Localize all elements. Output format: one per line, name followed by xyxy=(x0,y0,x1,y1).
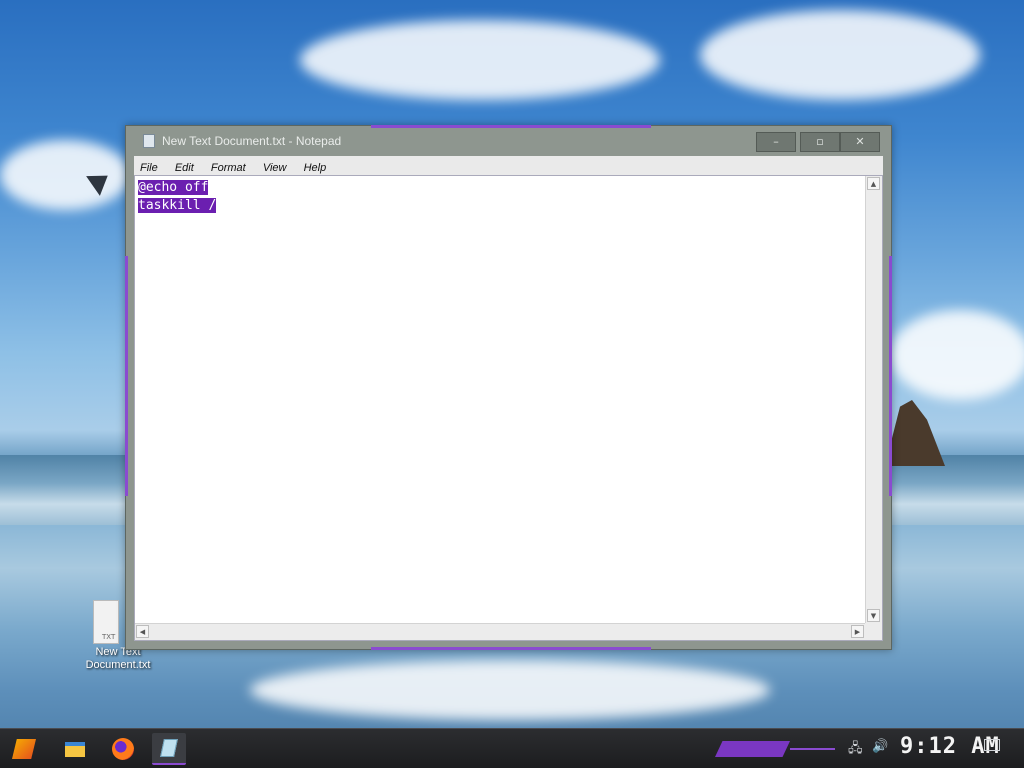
notepad-window: New Text Document.txt - Notepad – ▫ ✕ Fi… xyxy=(125,125,892,650)
firefox-icon xyxy=(112,738,134,760)
cloud-decoration xyxy=(890,310,1024,400)
notification-icon[interactable] xyxy=(984,739,1000,751)
menu-bar: File Edit Format View Help xyxy=(134,156,883,175)
network-icon[interactable]: 🖧 xyxy=(848,739,863,761)
close-button[interactable]: ✕ xyxy=(840,132,880,152)
start-button[interactable] xyxy=(8,733,42,765)
menu-help[interactable]: Help xyxy=(298,160,333,174)
cloud-decoration xyxy=(300,20,660,100)
taskbar-accent-line xyxy=(790,748,835,750)
file-explorer-icon xyxy=(65,742,85,757)
editor-line: taskkill / xyxy=(138,198,217,213)
text-editor[interactable]: @echo off taskkill / ▲ ▼ ◀ ▶ xyxy=(134,175,883,641)
cloud-decoration xyxy=(250,660,770,720)
taskbar-file-explorer[interactable] xyxy=(58,733,92,765)
menu-format[interactable]: Format xyxy=(205,160,252,174)
taskbar-notepad[interactable] xyxy=(152,733,186,765)
vertical-scrollbar[interactable]: ▲ ▼ xyxy=(865,176,882,623)
window-accent xyxy=(371,647,651,650)
taskbar: 🖧 🔊 9:12 AM xyxy=(0,728,1024,768)
volume-icon[interactable]: 🔊 xyxy=(872,739,888,754)
maximize-button[interactable]: ▫ xyxy=(800,132,840,152)
sea-rock xyxy=(885,400,945,466)
cloud-decoration xyxy=(700,10,980,100)
taskbar-firefox[interactable] xyxy=(106,733,140,765)
menu-file[interactable]: File xyxy=(134,160,164,174)
window-accent xyxy=(125,256,128,496)
notepad-icon xyxy=(160,739,178,757)
window-title: New Text Document.txt - Notepad xyxy=(162,134,342,148)
minimize-button[interactable]: – xyxy=(756,132,796,152)
menu-view[interactable]: View xyxy=(257,160,293,174)
editor-line: @echo off xyxy=(138,180,209,195)
horizontal-scrollbar[interactable]: ◀ ▶ xyxy=(135,623,865,640)
menu-edit[interactable]: Edit xyxy=(169,160,200,174)
editor-text-area[interactable]: @echo off taskkill / xyxy=(138,179,864,622)
notepad-icon xyxy=(143,134,155,148)
window-accent xyxy=(889,256,892,496)
start-icon xyxy=(12,739,36,759)
scroll-up-button[interactable]: ▲ xyxy=(867,177,880,190)
scroll-down-button[interactable]: ▼ xyxy=(867,609,880,622)
title-bar[interactable]: New Text Document.txt - Notepad – ▫ ✕ xyxy=(126,126,891,156)
scroll-left-button[interactable]: ◀ xyxy=(136,625,149,638)
cloud-decoration xyxy=(0,140,130,210)
taskbar-accent xyxy=(715,741,790,757)
text-file-icon: TXT xyxy=(93,600,119,644)
scroll-right-button[interactable]: ▶ xyxy=(851,625,864,638)
resize-grip[interactable] xyxy=(865,623,882,640)
